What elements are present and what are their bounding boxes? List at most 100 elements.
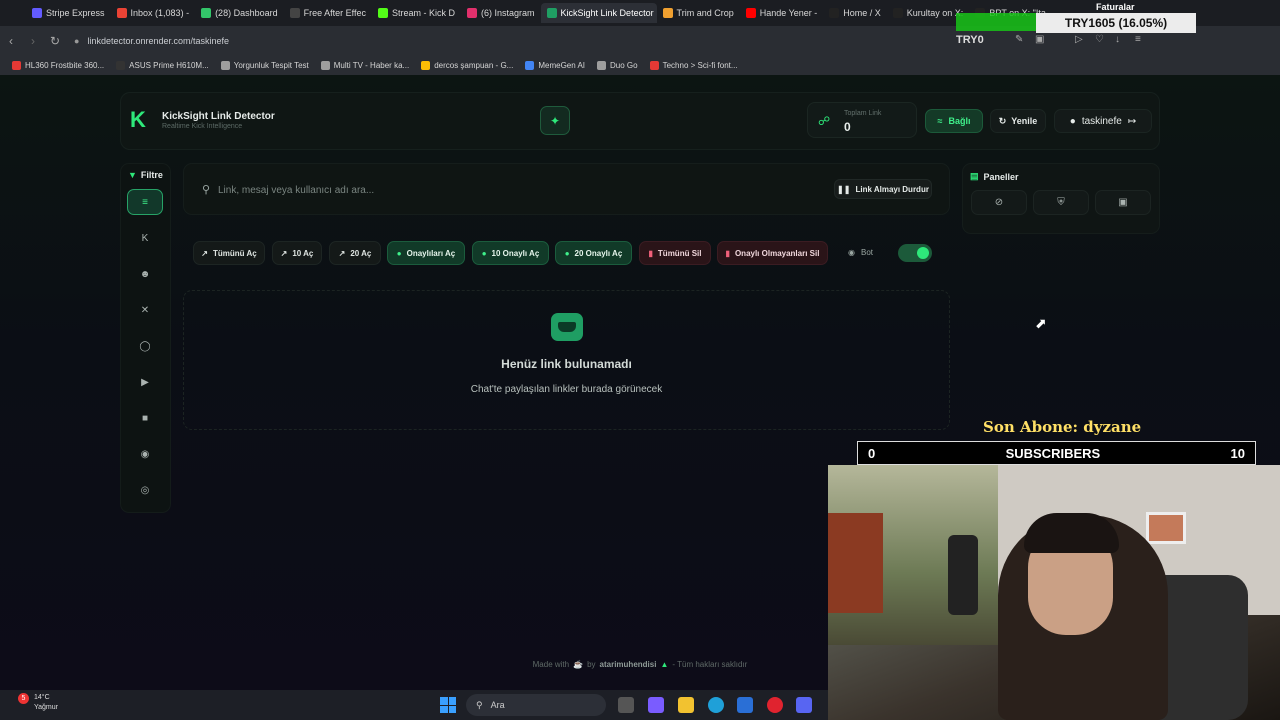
filter-globe-button[interactable]: ◎ bbox=[127, 476, 163, 504]
bookmark[interactable]: ASUS Prime H610M... bbox=[110, 60, 215, 70]
footer-made-with: Made with bbox=[532, 660, 570, 669]
total-links-stat: ☍ Toplam Link 0 bbox=[807, 102, 917, 138]
bookmark[interactable]: Multi TV - Haber ka... bbox=[315, 60, 415, 70]
webcam-picture-frame bbox=[1146, 512, 1186, 544]
stop-links-button[interactable]: ❚❚ Link Almayı Durdur bbox=[834, 179, 932, 199]
connected-button[interactable]: ≈ Bağlı bbox=[925, 109, 983, 133]
browser-tab[interactable]: Inbox (1,083) - bbox=[111, 3, 196, 23]
bookmark[interactable]: Yorgunluk Tespit Test bbox=[215, 60, 315, 70]
tab-label: KickSight Link Detector bbox=[560, 8, 654, 18]
open-20-button[interactable]: ↗ 20 Aç bbox=[329, 241, 381, 265]
url-text: linkdetector.onrender.com/taskinefe bbox=[87, 35, 230, 46]
forward-icon[interactable]: › bbox=[22, 34, 44, 48]
lock-icon: ● bbox=[74, 35, 80, 46]
center-logo-icon[interactable]: ✦ bbox=[540, 106, 570, 135]
bookmark[interactable]: Duo Go bbox=[591, 60, 644, 70]
browser-tab[interactable]: (6) Instagram bbox=[461, 3, 541, 23]
filter-kick-button[interactable]: K bbox=[127, 224, 163, 252]
open-20-approved-button[interactable]: ● 20 Onaylı Aç bbox=[555, 241, 632, 265]
browser-tab-active[interactable]: KickSight Link Detector bbox=[540, 3, 657, 23]
browser-tab[interactable]: Home / X bbox=[823, 3, 887, 23]
browser-tab[interactable]: Stripe Express bbox=[26, 3, 111, 23]
bookmark[interactable]: Techno > Sci-fi font... bbox=[644, 60, 744, 70]
browser-tab[interactable]: Free After Effec bbox=[284, 3, 372, 23]
filter-youtube-button[interactable]: ▶ bbox=[127, 368, 163, 396]
search-icon: ⚲ bbox=[202, 184, 211, 196]
filter-users-button[interactable]: ☻ bbox=[127, 260, 163, 288]
reload-icon[interactable]: ↻ bbox=[44, 34, 66, 48]
delete-unapproved-button[interactable]: ▮ Onaylı Olmayanları Sil bbox=[717, 241, 828, 265]
user-icon: ● bbox=[1069, 115, 1076, 127]
tab-label: Inbox (1,083) - bbox=[130, 8, 190, 18]
bookmark[interactable]: dercos şampuan - G... bbox=[415, 60, 519, 70]
bookmark-icon bbox=[421, 60, 431, 70]
windows-taskbar bbox=[0, 690, 828, 720]
open-10-button[interactable]: ↗ 10 Aç bbox=[272, 241, 322, 265]
menu-icon[interactable]: ≡ bbox=[1135, 34, 1141, 45]
panels-icon: ▤ bbox=[970, 171, 979, 181]
bookmark-label: ASUS Prime H610M... bbox=[129, 60, 209, 70]
tab-label: (28) Dashboard bbox=[215, 8, 278, 18]
subs-min: 0 bbox=[868, 445, 876, 461]
browser-tab[interactable]: (28) Dashboard bbox=[195, 3, 284, 23]
bookmark[interactable]: HL360 Frostbite 360... bbox=[6, 60, 110, 70]
opera-icon[interactable] bbox=[767, 697, 783, 713]
open-20-approved-label: 20 Onaylı Aç bbox=[574, 248, 623, 258]
footer-by: by bbox=[587, 660, 596, 669]
bookmark-label: dercos şampuan - G... bbox=[434, 60, 514, 70]
ban-panel-button[interactable]: ⊘ bbox=[971, 190, 1027, 215]
stat-label: Toplam Link bbox=[844, 110, 882, 117]
heart-icon[interactable]: ♡ bbox=[1095, 34, 1104, 45]
windows-start-icon[interactable] bbox=[440, 697, 456, 713]
username: taskinefe bbox=[1081, 115, 1122, 127]
archive-panel-button[interactable]: ▣ bbox=[1095, 190, 1151, 215]
discord-icon[interactable] bbox=[796, 697, 812, 713]
browser-tab[interactable]: Stream - Kick D bbox=[372, 3, 461, 23]
play-icon[interactable]: ▷ bbox=[1075, 34, 1083, 45]
tab-label: (6) Instagram bbox=[481, 8, 535, 18]
store-icon[interactable] bbox=[737, 697, 753, 713]
user-button[interactable]: ● taskinefe ↦ bbox=[1054, 109, 1152, 133]
browser-tab[interactable]: Trim and Crop bbox=[657, 3, 740, 23]
back-icon[interactable]: ‹ bbox=[0, 34, 22, 48]
search-input[interactable] bbox=[218, 179, 798, 201]
android-icon: ▲ bbox=[660, 660, 669, 669]
delete-all-button[interactable]: ▮ Tümünü Sil bbox=[639, 241, 711, 265]
logout-icon[interactable]: ↦ bbox=[1128, 116, 1136, 127]
open-approved-button[interactable]: ● Onaylıları Aç bbox=[387, 241, 465, 265]
copilot-icon[interactable] bbox=[648, 697, 664, 713]
browser-tab[interactable]: Hande Yener - bbox=[740, 3, 824, 23]
taskbar-search[interactable]: ⚲ Ara bbox=[466, 694, 606, 716]
task-view-icon[interactable] bbox=[618, 697, 634, 713]
tab-icon bbox=[289, 8, 300, 18]
weather-widget[interactable]: 5 14°C Yağmur bbox=[18, 693, 58, 713]
filter-instagram-button[interactable]: ◯ bbox=[127, 332, 163, 360]
filter-x-button[interactable]: ✕ bbox=[127, 296, 163, 324]
tab-label: Stripe Express bbox=[46, 8, 105, 18]
open-10-approved-button[interactable]: ● 10 Onaylı Aç bbox=[472, 241, 549, 265]
empty-subtitle: Chat'te paylaşılan linkler burada görüne… bbox=[470, 384, 663, 395]
check-circle-icon: ● bbox=[396, 248, 402, 258]
bookmark[interactable]: MemeGen AI bbox=[519, 60, 591, 70]
filter-all-button[interactable]: ≡ bbox=[127, 189, 163, 215]
open-all-button[interactable]: ↗ Tümünü Aç bbox=[193, 241, 265, 265]
refresh-button[interactable]: ↻ Yenile bbox=[990, 109, 1046, 133]
inbox-icon bbox=[551, 313, 583, 341]
camera-icon[interactable]: ▣ bbox=[1035, 34, 1044, 45]
shield-panel-button[interactable]: ⛨ bbox=[1033, 190, 1089, 215]
bot-icon: ◉ bbox=[848, 248, 855, 257]
try-indicator: TRY0 bbox=[956, 34, 984, 46]
webcam-feed bbox=[828, 465, 1280, 720]
filter-camera-button[interactable]: ◉ bbox=[127, 440, 163, 468]
edge-icon[interactable] bbox=[708, 697, 724, 713]
extension-icon[interactable]: ✎ bbox=[1015, 34, 1023, 45]
url-field[interactable]: ● linkdetector.onrender.com/taskinefe bbox=[74, 36, 229, 46]
file-explorer-icon[interactable] bbox=[678, 697, 694, 713]
footer-rights: - Tüm hakları saklıdır bbox=[672, 660, 748, 669]
archive-icon: ▣ bbox=[1118, 197, 1128, 208]
download-icon[interactable]: ↓ bbox=[1115, 34, 1120, 45]
filter-video-button[interactable]: ■ bbox=[127, 404, 163, 432]
footer-author: atarimuhendisi bbox=[599, 660, 657, 669]
bot-toggle[interactable] bbox=[898, 244, 932, 262]
open-10-approved-label: 10 Onaylı Aç bbox=[491, 248, 540, 258]
